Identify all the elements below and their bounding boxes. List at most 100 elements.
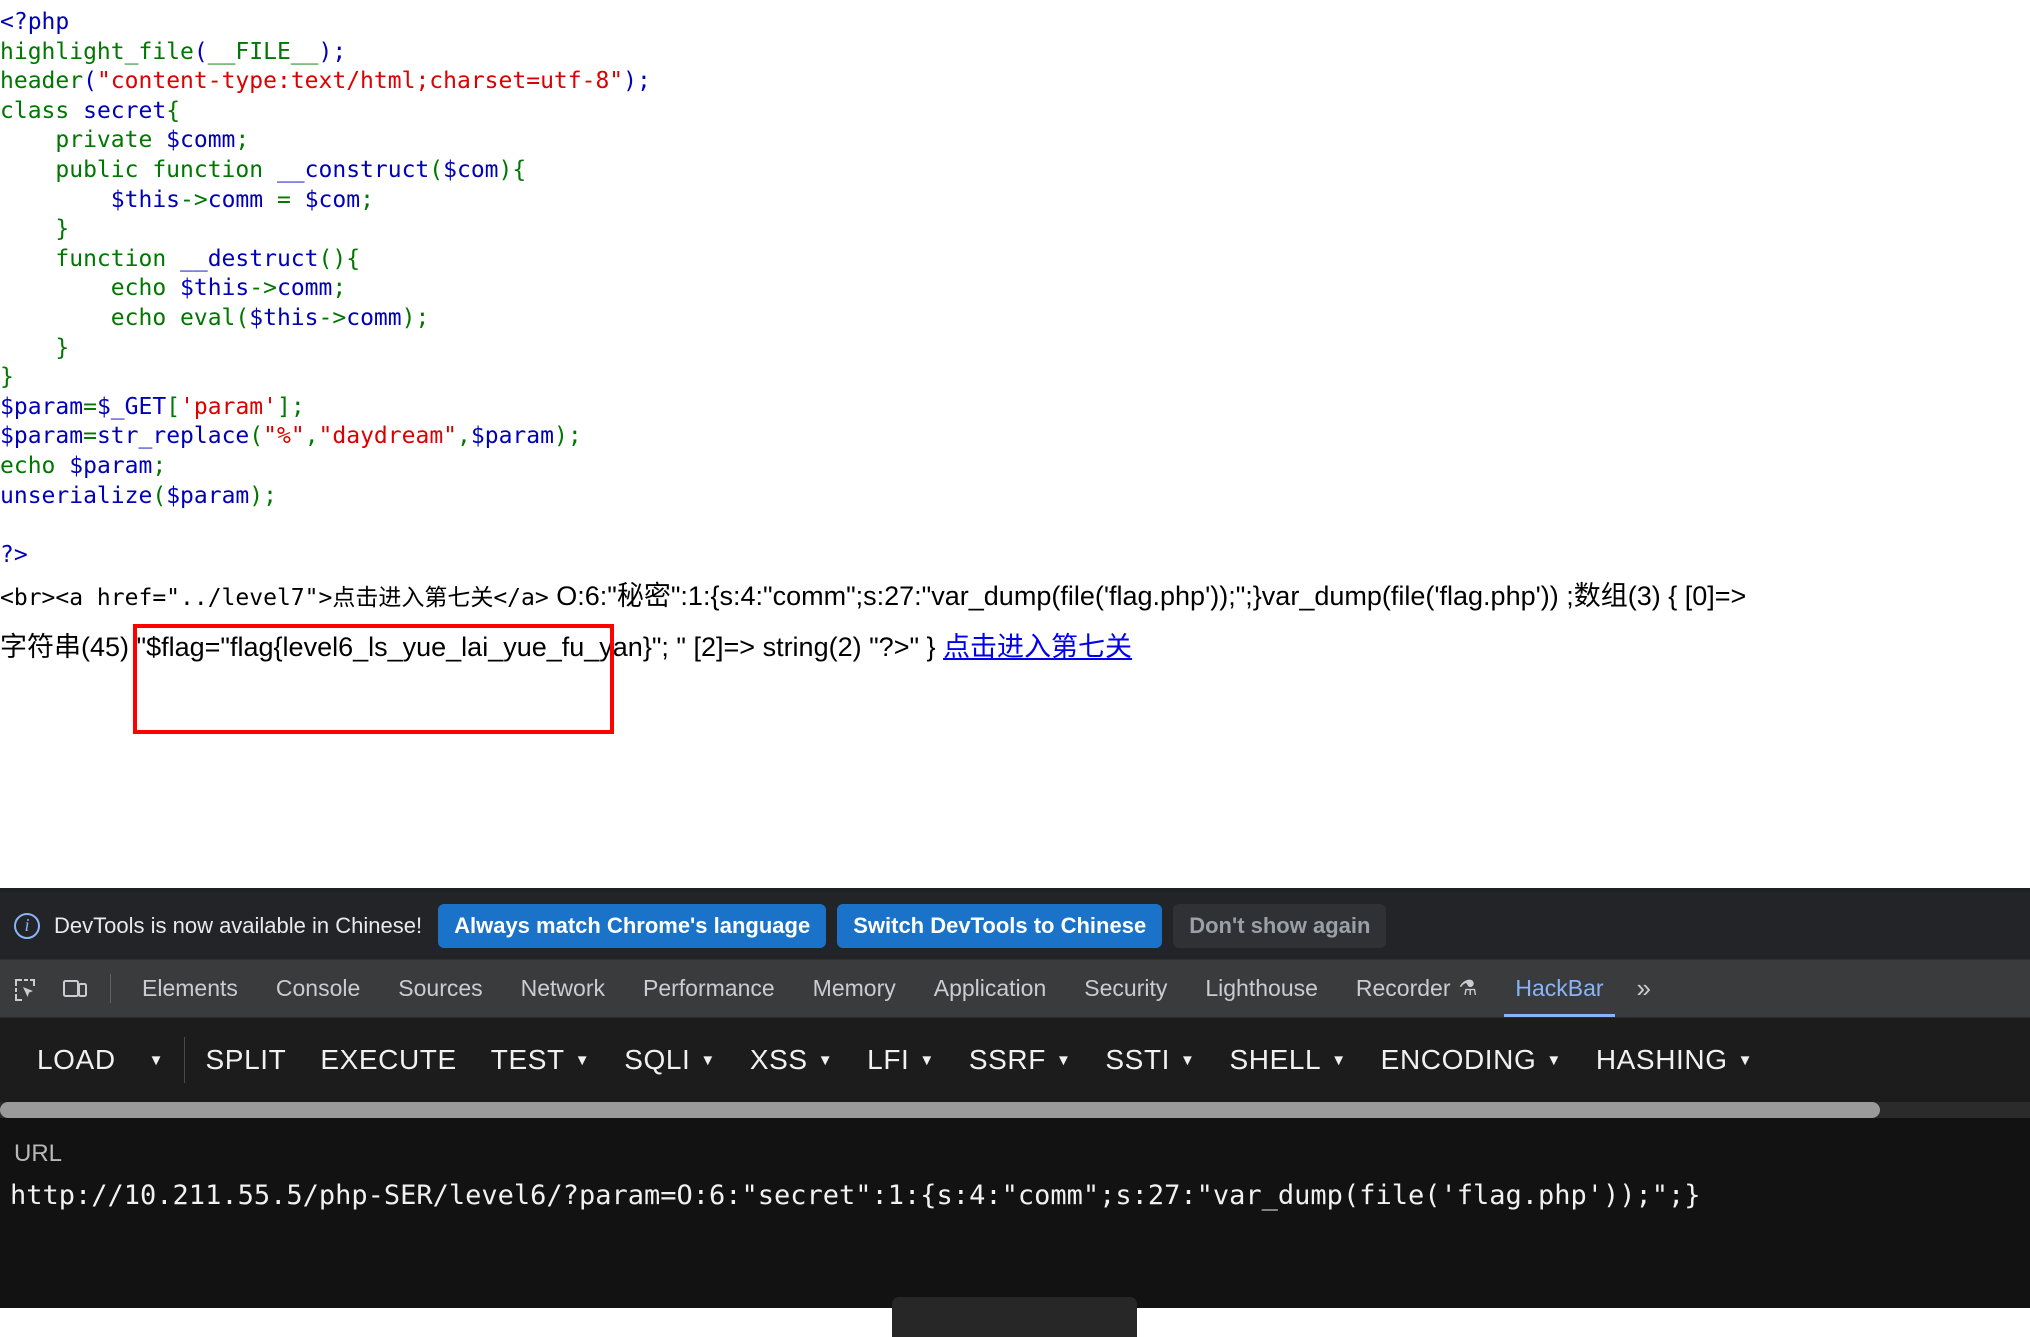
code-token: ); — [318, 38, 347, 65]
hackbar-split-button[interactable]: SPLIT — [189, 1044, 304, 1076]
code-line: $this->comm = $com; — [0, 186, 651, 216]
hackbar-load-button[interactable]: LOAD — [20, 1044, 133, 1076]
code-token: $com — [304, 186, 361, 213]
code-token: -> — [318, 304, 347, 331]
vardump-text: 字符串(45) "$flag="flag{level6_ls_yue_lai_y… — [0, 632, 944, 662]
tab-network[interactable]: Network — [502, 960, 624, 1017]
hackbar-hashing-button[interactable]: HASHING ▼ — [1579, 1044, 1770, 1076]
tab-memory[interactable]: Memory — [794, 960, 915, 1017]
hackbar-url-section: URL http://10.211.55.5/php-SER/level6/?p… — [0, 1118, 2030, 1308]
code-token: -> — [249, 275, 277, 302]
hackbar-button-label: HASHING — [1595, 1044, 1728, 1075]
code-token: = — [83, 423, 97, 450]
browser-page-content: <?php highlight_file(__FILE__); header("co… — [0, 0, 2030, 888]
chevron-down-icon: ▼ — [1737, 1051, 1754, 1069]
code-token: = — [276, 186, 305, 213]
tab-hackbar[interactable]: HackBar — [1496, 960, 1622, 1017]
hackbar-bottom-partial-button[interactable] — [892, 1297, 1137, 1337]
code-token: "%" — [263, 423, 305, 450]
chevron-down-icon: ▼ — [1180, 1051, 1196, 1069]
code-token: ( — [429, 156, 444, 183]
code-token: ( — [152, 482, 167, 509]
tab-list: Elements Console Sources Network Performance… — [123, 960, 1623, 1017]
hackbar-sqli-button[interactable]: SQLI ▼ — [607, 1044, 733, 1076]
code-token: comm — [207, 186, 277, 213]
hackbar-shell-button[interactable]: SHELL ▼ — [1213, 1044, 1364, 1076]
code-token: comm — [276, 275, 333, 302]
tab-label: Sources — [398, 975, 483, 1001]
next-level-link[interactable]: 点击进入第七关 — [943, 632, 1132, 662]
code-token: ); — [249, 482, 277, 509]
hackbar-load-dropdown-icon[interactable]: ▼ — [133, 1052, 180, 1069]
code-token: ?> — [0, 541, 28, 568]
switch-to-chinese-button[interactable]: Switch DevTools to Chinese — [837, 903, 1163, 948]
code-token: = — [83, 393, 97, 420]
tab-application[interactable]: Application — [915, 960, 1066, 1017]
code-token: (){ — [318, 245, 361, 272]
more-tabs-icon[interactable]: » — [1623, 960, 1665, 1017]
code-token: __construct — [276, 156, 430, 183]
hackbar-xss-button[interactable]: XSS ▼ — [733, 1044, 850, 1076]
device-toolbar-icon[interactable] — [50, 960, 100, 1017]
url-input[interactable]: http://10.211.55.5/php-SER/level6/?param… — [10, 1180, 2025, 1222]
hackbar-encoding-button[interactable]: ENCODING ▼ — [1364, 1044, 1579, 1076]
code-line: class secret{ — [0, 97, 651, 127]
code-token: <?php — [0, 9, 70, 35]
code-token: ( — [235, 304, 250, 331]
tab-performance[interactable]: Performance — [624, 960, 794, 1017]
tab-divider — [110, 974, 111, 1003]
code-line: private $comm; — [0, 126, 651, 156]
dont-show-again-button[interactable]: Don't show again — [1173, 903, 1387, 948]
tab-lighthouse[interactable]: Lighthouse — [1186, 960, 1337, 1017]
tab-label: Memory — [812, 975, 896, 1001]
hackbar-button-label: LOAD — [37, 1044, 116, 1075]
hackbar-test-button[interactable]: TEST ▼ — [474, 1044, 607, 1076]
hackbar-ssti-button[interactable]: SSTI ▼ — [1088, 1044, 1212, 1076]
code-token: ; — [332, 275, 347, 302]
code-token: unserialize — [0, 482, 153, 509]
code-token: echo — [0, 275, 181, 302]
code-token: $this — [110, 186, 181, 213]
hackbar-button-label: SHELL — [1229, 1044, 1322, 1075]
chevron-down-icon: ▼ — [1055, 1051, 1072, 1069]
tab-console[interactable]: Console — [257, 960, 379, 1017]
code-token: "daydream" — [318, 423, 458, 450]
tab-recorder[interactable]: Recorder ⚗ — [1337, 960, 1496, 1017]
code-token: 'param' — [180, 393, 277, 420]
code-token: $param — [166, 482, 250, 509]
code-token: , — [304, 423, 319, 450]
hackbar-toolbar: LOAD ▼ SPLIT EXECUTE TEST ▼ SQLI ▼ XSS ▼ LFI ▼ SSRF ▼… — [0, 1018, 2030, 1102]
inspect-element-icon[interactable] — [0, 960, 50, 1017]
code-token: ; — [360, 186, 374, 213]
code-token: ; — [152, 452, 167, 479]
code-token: private — [0, 127, 167, 154]
hackbar-ssrf-button[interactable]: SSRF ▼ — [952, 1044, 1089, 1076]
tab-label: Application — [933, 975, 1047, 1001]
tab-label: HackBar — [1515, 975, 1604, 1001]
code-token: ( — [83, 68, 97, 95]
chevron-down-icon: ▼ — [1331, 1051, 1347, 1069]
always-match-language-button[interactable]: Always match Chrome's language — [438, 903, 827, 948]
hackbar-horizontal-scrollbar-thumb[interactable] — [0, 1102, 1880, 1118]
devtools-tab-strip: Elements Console Sources Network Performance… — [0, 960, 2030, 1018]
tab-security[interactable]: Security — [1065, 960, 1186, 1017]
hackbar-lfi-button[interactable]: LFI ▼ — [850, 1044, 952, 1076]
code-token: header — [0, 68, 84, 95]
tab-label: Recorder — [1355, 975, 1451, 1001]
chevron-down-icon: ▼ — [919, 1051, 935, 1069]
flask-icon: ⚗ — [1458, 977, 1478, 1000]
tab-sources[interactable]: Sources — [379, 960, 501, 1017]
code-token: ( — [193, 38, 208, 65]
code-token: $this — [180, 275, 250, 302]
hackbar-button-label: SPLIT — [205, 1044, 287, 1075]
tab-elements[interactable]: Elements — [123, 960, 257, 1017]
code-token: ]; — [277, 393, 305, 420]
hackbar-horizontal-scrollbar-track[interactable] — [0, 1102, 2030, 1118]
code-line: } — [0, 363, 651, 393]
hackbar-execute-button[interactable]: EXECUTE — [303, 1044, 473, 1076]
code-token: ); — [401, 304, 430, 331]
tab-label: Security — [1084, 975, 1168, 1001]
code-line: public function __construct($com){ — [0, 156, 651, 186]
hackbar-button-label: XSS — [749, 1044, 808, 1075]
